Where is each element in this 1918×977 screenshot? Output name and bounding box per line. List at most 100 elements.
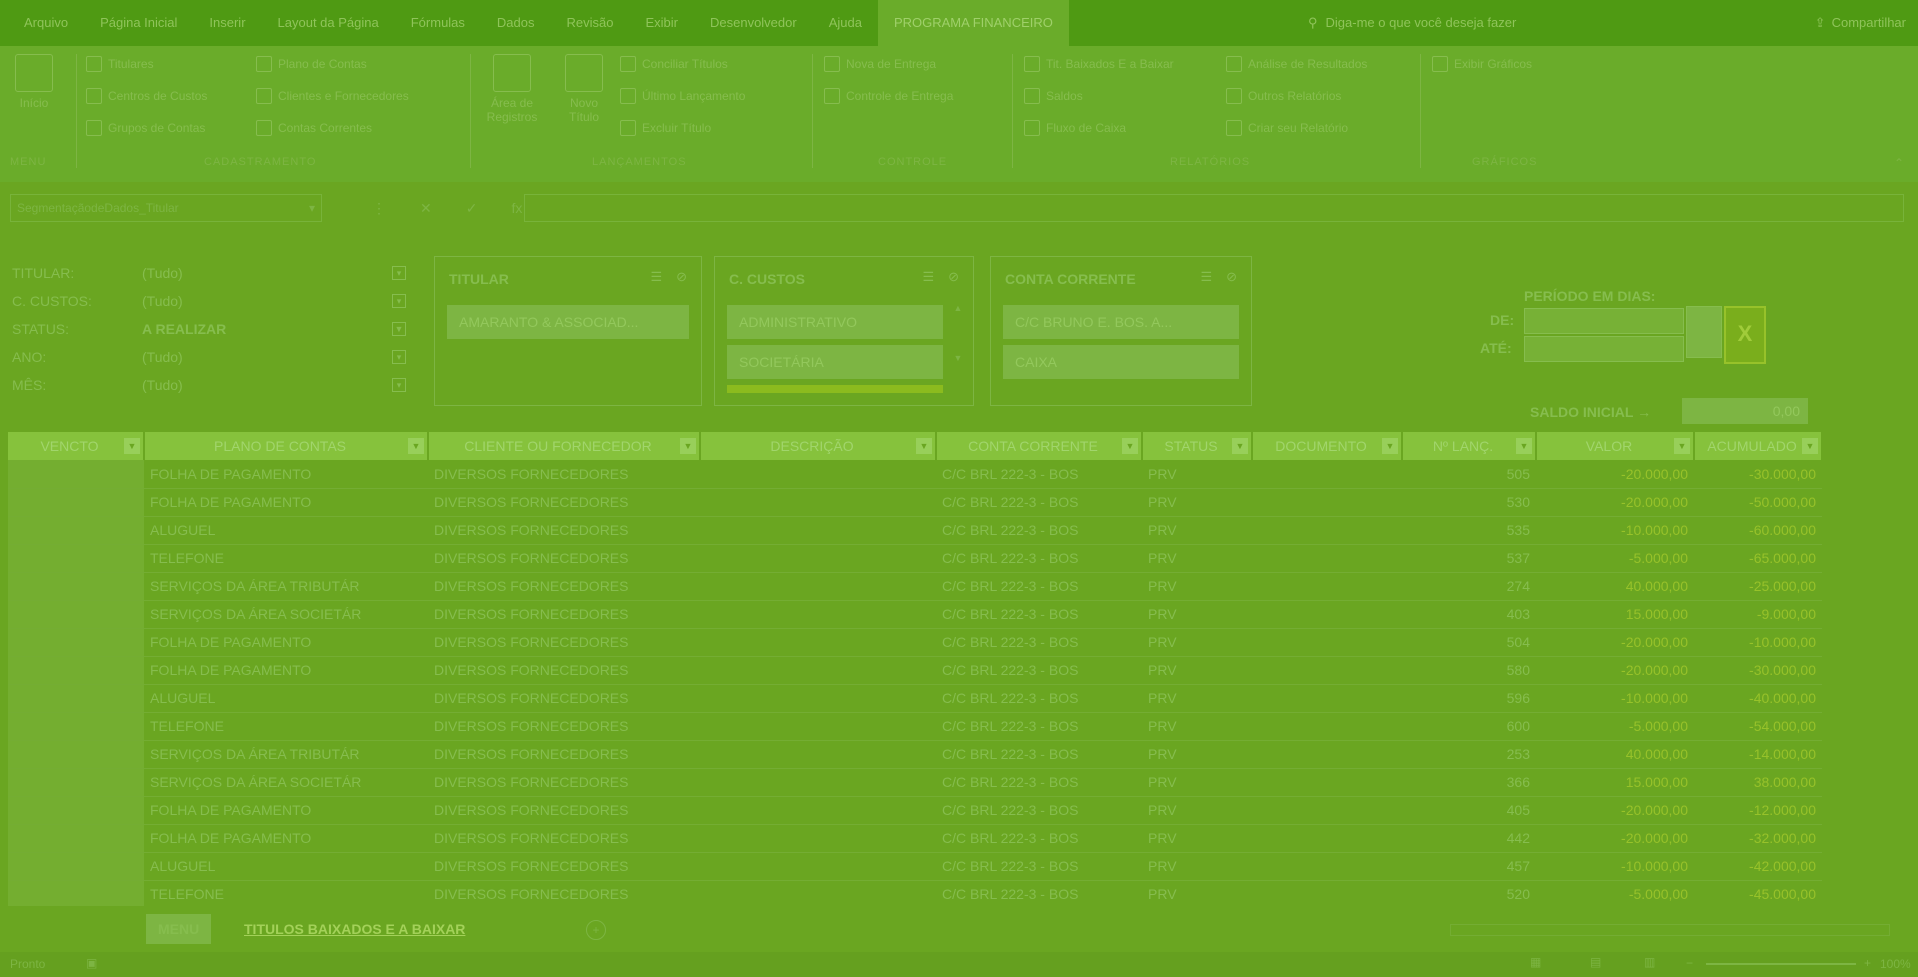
table-cell[interactable] [1252,824,1402,853]
clear-filter-icon[interactable]: ⊘ [676,269,687,285]
table-cell[interactable]: -42.000,00 [1694,852,1822,881]
table-cell[interactable] [8,572,144,601]
column-header[interactable]: PLANO DE CONTAS ▼ [144,432,429,460]
table-cell[interactable]: PRV [1142,516,1252,545]
filter-arrow-icon[interactable]: ▼ [1382,438,1398,454]
table-row[interactable]: TELEFONE DIVERSOS FORNECEDORES C/C BRL 222… [8,712,1822,741]
table-cell[interactable]: C/C BRL 222-3 - BOS [936,712,1142,741]
table-cell[interactable]: -25.000,00 [1694,572,1822,601]
share-button[interactable]: ⇪ Compartilhar [1815,0,1906,46]
table-cell[interactable]: -10.000,00 [1694,628,1822,657]
table-cell[interactable]: ALUGUEL [144,516,428,545]
table-cell[interactable] [700,712,936,741]
filter-arrow-icon[interactable]: ▼ [124,438,140,454]
table-cell[interactable] [8,656,144,685]
column-header[interactable]: DOCUMENTO ▼ [1252,432,1403,460]
table-cell[interactable]: PRV [1142,488,1252,517]
page-break-icon[interactable]: ▥ [1644,955,1655,969]
slicer-item[interactable]: SOCIETÁRIA [727,345,943,379]
table-cell[interactable] [8,600,144,629]
table-cell[interactable]: FOLHA DE PAGAMENTO [144,824,428,853]
table-cell[interactable]: PRV [1142,768,1252,797]
table-cell[interactable] [8,628,144,657]
table-cell[interactable]: C/C BRL 222-3 - BOS [936,684,1142,713]
period-to-input[interactable] [1524,336,1684,362]
table-cell[interactable]: 580 [1402,656,1536,685]
table-row[interactable]: FOLHA DE PAGAMENTO DIVERSOS FORNECEDORES C… [8,824,1822,853]
table-cell[interactable]: DIVERSOS FORNECEDORES [428,712,700,741]
table-cell[interactable]: PRV [1142,600,1252,629]
saldos-button[interactable]: Saldos [1024,88,1083,104]
slicer-item[interactable]: C/C BRUNO E. BOS. A... [1003,305,1239,339]
table-cell[interactable]: -20.000,00 [1536,656,1694,685]
tab-8[interactable]: Desenvolvedor [694,0,813,46]
pivot-filter-row[interactable]: MÊS: (Tudo) ▾ [12,372,406,398]
sheet-tab-titulos[interactable]: TITULOS BAIXADOS E A BAIXAR [232,914,477,944]
table-cell[interactable] [700,460,936,489]
column-header[interactable]: CONTA CORRENTE ▼ [936,432,1143,460]
table-cell[interactable]: -9.000,00 [1694,600,1822,629]
table-cell[interactable]: C/C BRL 222-3 - BOS [936,880,1142,909]
table-cell[interactable] [8,544,144,573]
excluir-titulo-button[interactable]: Excluir Título [620,120,711,136]
table-cell[interactable]: -30.000,00 [1694,460,1822,489]
table-cell[interactable]: FOLHA DE PAGAMENTO [144,628,428,657]
table-cell[interactable]: C/C BRL 222-3 - BOS [936,796,1142,825]
column-header[interactable]: VENCTO ▼ [8,432,145,460]
table-cell[interactable]: ALUGUEL [144,852,428,881]
table-cell[interactable]: -12.000,00 [1694,796,1822,825]
table-cell[interactable]: 274 [1402,572,1536,601]
pivot-filter-row[interactable]: C. CUSTOS: (Tudo) ▾ [12,288,406,314]
table-cell[interactable] [700,516,936,545]
table-cell[interactable]: DIVERSOS FORNECEDORES [428,516,700,545]
table-cell[interactable]: 38.000,00 [1694,768,1822,797]
table-cell[interactable] [8,740,144,769]
tab-6[interactable]: Revisão [551,0,630,46]
period-apply-button[interactable] [1686,306,1722,358]
table-cell[interactable]: -45.000,00 [1694,880,1822,909]
table-cell[interactable]: -10.000,00 [1536,516,1694,545]
table-cell[interactable]: C/C BRL 222-3 - BOS [936,852,1142,881]
centros-custos-button[interactable]: Centros de Custos [86,88,207,104]
slicer-item-partial[interactable] [727,385,943,393]
table-cell[interactable]: -20.000,00 [1536,824,1694,853]
table-cell[interactable] [1252,740,1402,769]
table-cell[interactable]: C/C BRL 222-3 - BOS [936,544,1142,573]
table-cell[interactable]: 504 [1402,628,1536,657]
table-cell[interactable]: C/C BRL 222-3 - BOS [936,656,1142,685]
pivot-filter-row[interactable]: STATUS: A REALIZAR ▼ [12,316,406,342]
column-header[interactable]: CLIENTE OU FORNECEDOR ▼ [428,432,701,460]
clear-filter-icon[interactable]: ⊘ [1226,269,1237,285]
table-cell[interactable]: DIVERSOS FORNECEDORES [428,488,700,517]
zoom-in-icon[interactable]: + [1864,956,1871,970]
table-cell[interactable] [700,880,936,909]
table-cell[interactable]: DIVERSOS FORNECEDORES [428,684,700,713]
pivot-filter-row[interactable]: TITULAR: (Tudo) ▾ [12,260,406,286]
table-cell[interactable]: C/C BRL 222-3 - BOS [936,740,1142,769]
table-cell[interactable]: PRV [1142,880,1252,909]
table-cell[interactable]: -14.000,00 [1694,740,1822,769]
table-cell[interactable]: PRV [1142,712,1252,741]
table-cell[interactable]: DIVERSOS FORNECEDORES [428,824,700,853]
table-cell[interactable] [700,600,936,629]
column-header[interactable]: DESCRIÇÃO ▼ [700,432,937,460]
table-row[interactable]: FOLHA DE PAGAMENTO DIVERSOS FORNECEDORES C… [8,656,1822,685]
table-cell[interactable] [8,516,144,545]
table-cell[interactable]: DIVERSOS FORNECEDORES [428,628,700,657]
filter-arrow-icon[interactable]: ▼ [1232,438,1248,454]
filter-arrow-icon[interactable]: ▼ [916,438,932,454]
table-cell[interactable]: DIVERSOS FORNECEDORES [428,460,700,489]
table-cell[interactable]: DIVERSOS FORNECEDORES [428,852,700,881]
table-cell[interactable] [700,740,936,769]
table-row[interactable]: SERVIÇOS DA ÁREA TRIBUTÁR DIVERSOS FORNEC… [8,572,1822,601]
filter-dropdown-icon[interactable]: ▾ [392,378,406,392]
add-sheet-icon[interactable]: + [586,920,606,940]
table-row[interactable]: FOLHA DE PAGAMENTO DIVERSOS FORNECEDORES C… [8,796,1822,825]
controle-entrega-button[interactable]: Controle de Entrega [824,88,953,104]
zoom-slider[interactable] [1706,963,1856,965]
tit-baixados-button[interactable]: Tit. Baixados E a Baixar [1024,56,1174,72]
table-cell[interactable]: PRV [1142,796,1252,825]
filter-arrow-icon[interactable]: ▼ [1674,438,1690,454]
table-cell[interactable]: -5.000,00 [1536,712,1694,741]
contas-correntes-button[interactable]: Contas Correntes [256,120,372,136]
